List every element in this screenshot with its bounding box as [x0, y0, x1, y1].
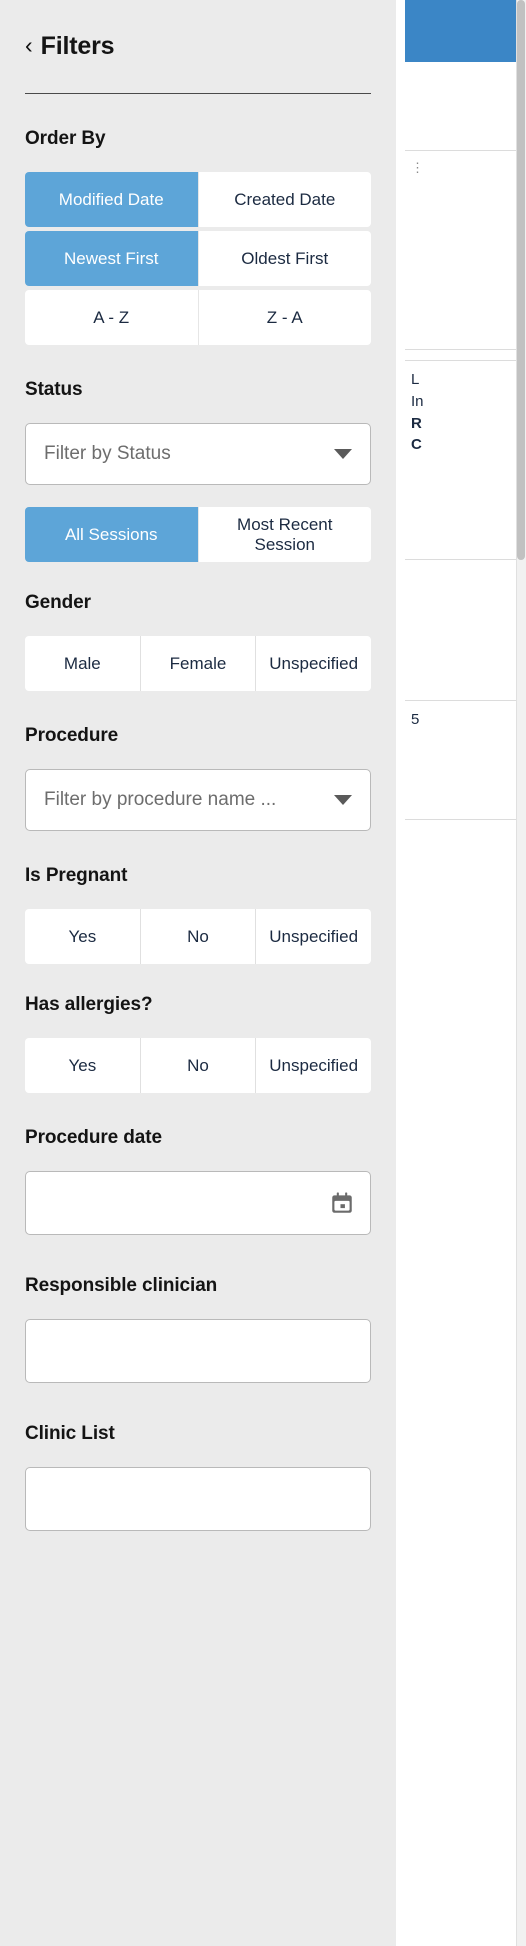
- order-by-alpha-toggle: A - Z Z - A: [25, 290, 371, 345]
- underlying-card-2: L In R C: [405, 360, 526, 560]
- chevron-down-icon: [334, 449, 352, 459]
- has-allergies-toggle: Yes No Unspecified: [25, 1038, 372, 1093]
- section-order-by: Order By Modified Date Created Date Newe…: [25, 128, 371, 345]
- procedure-date-input[interactable]: [25, 1171, 371, 1235]
- is-pregnant-unspecified-button[interactable]: Unspecified: [255, 909, 372, 964]
- underlying-app-header: [405, 0, 526, 62]
- responsible-clinician-input[interactable]: [25, 1319, 371, 1383]
- header-divider: [25, 93, 371, 94]
- section-responsible-clinician: Responsible clinician: [25, 1275, 371, 1383]
- status-all-sessions-button[interactable]: All Sessions: [25, 507, 198, 562]
- underlying-card-3: 5: [405, 700, 526, 820]
- underlying-card-1: ⋮: [405, 150, 526, 350]
- filters-panel-header: ‹ Filters: [25, 0, 371, 62]
- is-pregnant-yes-button[interactable]: Yes: [25, 909, 140, 964]
- has-allergies-unspecified-button[interactable]: Unspecified: [255, 1038, 372, 1093]
- section-gender: Gender Male Female Unspecified: [25, 592, 372, 691]
- status-select[interactable]: Filter by Status: [25, 423, 371, 485]
- order-by-created-date-button[interactable]: Created Date: [197, 172, 371, 227]
- underlying-card-2-line-3: R: [411, 414, 422, 432]
- section-clinic-list: Clinic List: [25, 1423, 371, 1531]
- is-pregnant-toggle: Yes No Unspecified: [25, 909, 372, 964]
- gender-toggle: Male Female Unspecified: [25, 636, 372, 691]
- procedure-date-field-wrapper: [25, 1171, 371, 1235]
- section-label-has-allergies: Has allergies?: [25, 994, 153, 1015]
- underlying-card-2-line-2: In: [411, 392, 424, 410]
- gender-female-button[interactable]: Female: [139, 636, 256, 691]
- order-by-newest-first-button[interactable]: Newest First: [25, 231, 198, 286]
- section-label-responsible-clinician: Responsible clinician: [25, 1275, 218, 1296]
- responsible-clinician-field-wrapper: [25, 1319, 371, 1383]
- section-procedure: Procedure Filter by procedure name ...: [25, 725, 371, 831]
- gender-unspecified-button[interactable]: Unspecified: [255, 636, 372, 691]
- status-sessions-toggle: All Sessions Most Recent Session: [25, 507, 371, 562]
- screen-root: ⋮ L In R C 5 ‹ Filters Order By Modified…: [0, 0, 526, 1946]
- order-by-direction-toggle: Newest First Oldest First: [25, 231, 371, 286]
- section-procedure-date: Procedure date: [25, 1127, 371, 1235]
- order-by-date-toggle: Modified Date Created Date: [25, 172, 371, 227]
- section-label-procedure: Procedure: [25, 725, 119, 746]
- clinic-list-input[interactable]: [25, 1467, 371, 1531]
- page-scrollbar-track[interactable]: [516, 0, 526, 1946]
- section-label-procedure-date: Procedure date: [25, 1127, 162, 1148]
- page-scrollbar-thumb[interactable]: [517, 0, 525, 560]
- has-allergies-no-button[interactable]: No: [139, 1038, 256, 1093]
- order-by-z-to-a-button[interactable]: Z - A: [197, 290, 371, 345]
- section-label-clinic-list: Clinic List: [25, 1423, 115, 1444]
- order-by-a-to-z-button[interactable]: A - Z: [25, 290, 198, 345]
- status-most-recent-session-button[interactable]: Most Recent Session: [197, 507, 371, 562]
- order-by-modified-date-button[interactable]: Modified Date: [25, 172, 198, 227]
- section-has-allergies: Has allergies? Yes No Unspecified: [25, 994, 372, 1093]
- procedure-select[interactable]: Filter by procedure name ...: [25, 769, 371, 831]
- underlying-card-3-text: 5: [411, 711, 420, 728]
- section-label-is-pregnant: Is Pregnant: [25, 865, 128, 886]
- is-pregnant-no-button[interactable]: No: [139, 909, 256, 964]
- underlying-card-2-line-1: L: [411, 371, 420, 388]
- procedure-select-placeholder: Filter by procedure name ...: [44, 789, 277, 810]
- underlying-card-1-text: ⋮: [411, 160, 425, 175]
- order-by-oldest-first-button[interactable]: Oldest First: [197, 231, 371, 286]
- section-label-order-by: Order By: [25, 128, 106, 149]
- underlying-card-2-line-4: C: [411, 436, 422, 454]
- status-select-placeholder: Filter by Status: [44, 443, 171, 464]
- clinic-list-field-wrapper: [25, 1467, 371, 1531]
- section-label-gender: Gender: [25, 592, 91, 613]
- page-title: Filters: [40, 31, 115, 60]
- has-allergies-yes-button[interactable]: Yes: [25, 1038, 140, 1093]
- filters-panel: ‹ Filters Order By Modified Date Created…: [0, 0, 396, 1946]
- section-is-pregnant: Is Pregnant Yes No Unspecified: [25, 865, 372, 964]
- section-status: Status Filter by Status All Sessions Mos…: [25, 379, 371, 562]
- back-chevron-icon[interactable]: ‹: [25, 33, 33, 57]
- gender-male-button[interactable]: Male: [25, 636, 140, 691]
- section-label-status: Status: [25, 379, 83, 400]
- order-by-toggle-stack: Modified Date Created Date Newest First …: [25, 172, 371, 345]
- chevron-down-icon: [334, 795, 352, 805]
